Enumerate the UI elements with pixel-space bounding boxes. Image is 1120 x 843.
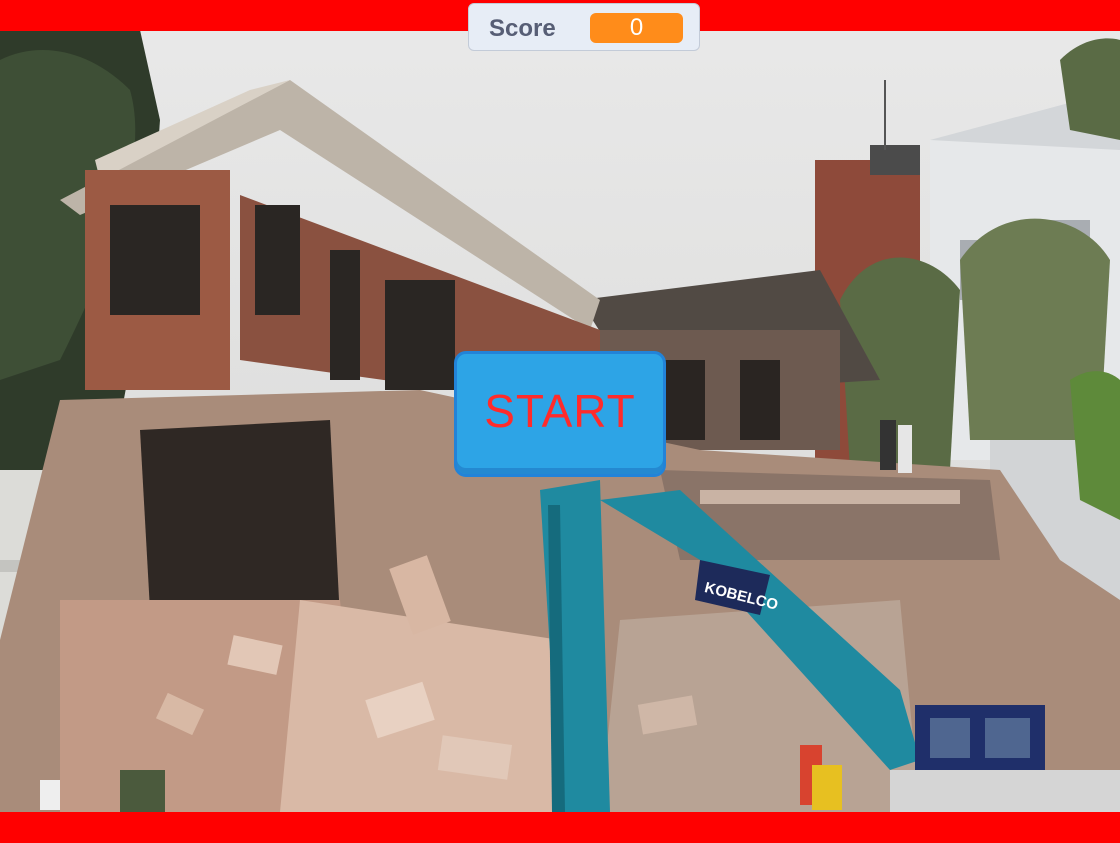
start-button-label: START — [484, 385, 636, 437]
bottom-frame-bar — [0, 812, 1120, 843]
start-button[interactable]: START — [454, 351, 666, 477]
score-label: Score — [489, 15, 556, 42]
game-stage[interactable]: KOBELCO Score 0 START — [0, 0, 1120, 843]
score-value: 0 — [590, 13, 683, 43]
score-monitor: Score 0 — [468, 3, 700, 51]
